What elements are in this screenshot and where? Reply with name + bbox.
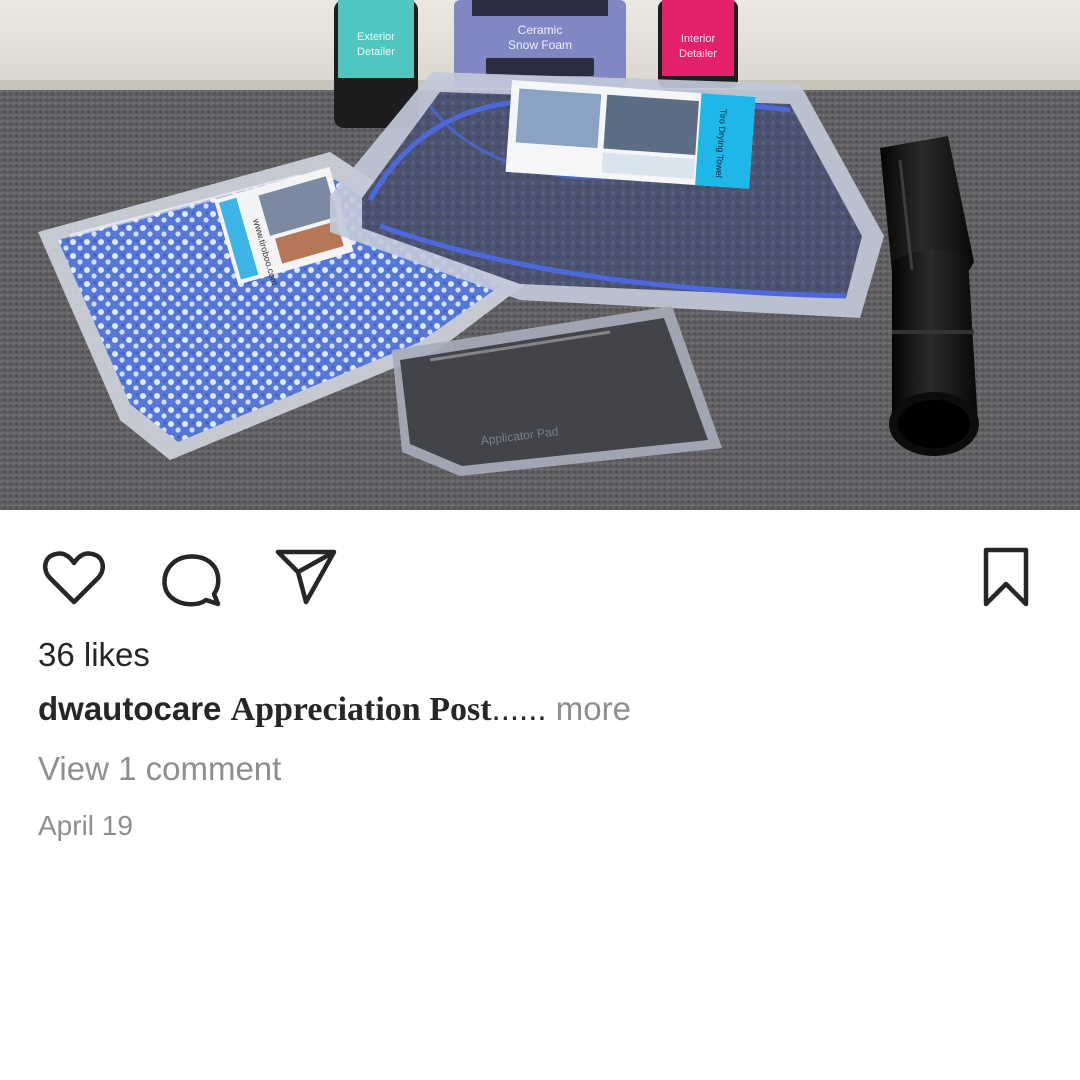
bottle-label: Interior (681, 33, 716, 45)
bookmark-icon[interactable] (970, 542, 1042, 614)
heart-icon[interactable] (38, 542, 110, 614)
likes-count[interactable]: 36 likes (38, 636, 150, 674)
bottle-label: Detailer (357, 46, 395, 58)
interior-detailer-bottle: Interior Detailer (658, 0, 738, 88)
caption-ellipsis: ...... (491, 690, 547, 727)
paper-plane-icon[interactable] (270, 542, 342, 614)
bottle-label: Detailer (679, 48, 717, 60)
post-photo: Exterior Detailer Ceramic Snow Foam Inte… (0, 0, 1080, 510)
bottle-label: Exterior (357, 31, 395, 43)
view-comments-link[interactable]: View 1 comment (38, 750, 281, 788)
caption-text: Appreciation Post (230, 691, 492, 728)
bottle-label: Ceramic (518, 23, 563, 37)
speech-bubble-icon[interactable] (154, 542, 226, 614)
more-link[interactable]: more (556, 690, 631, 727)
post-action-bar (0, 510, 1080, 630)
caption: dwautocare Appreciation Post...... more (38, 690, 631, 729)
username[interactable]: dwautocare (38, 690, 221, 727)
bottle-label: Snow Foam (508, 38, 572, 52)
post-date: April 19 (38, 810, 133, 841)
